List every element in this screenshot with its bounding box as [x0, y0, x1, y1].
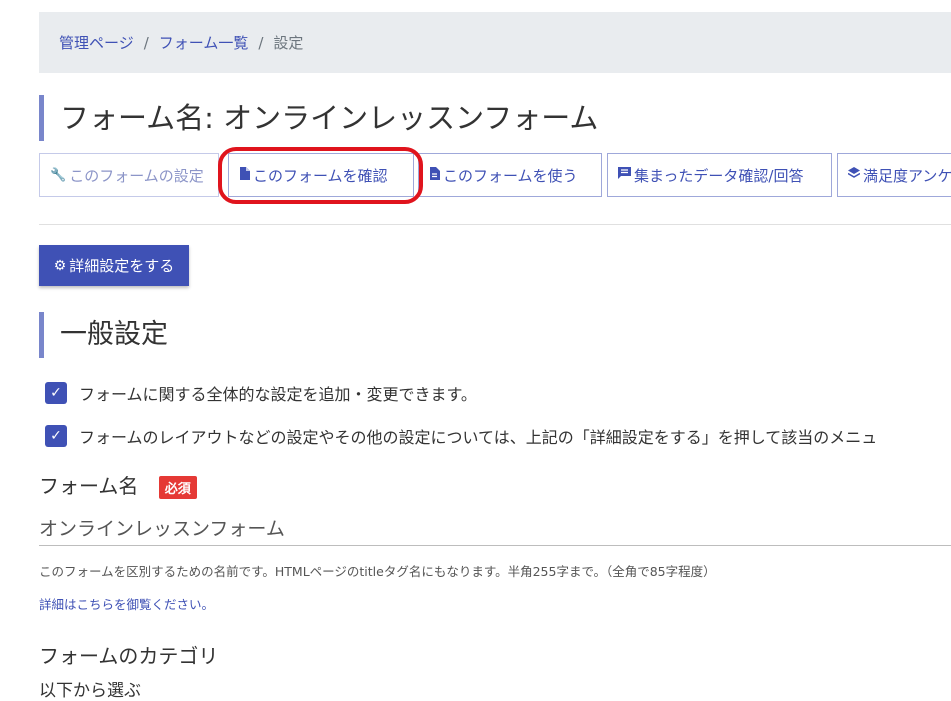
section-title-general: 一般設定 — [39, 312, 168, 358]
tab-satisfaction-survey[interactable]: 満足度アンケ — [837, 153, 951, 197]
form-name-help: このフォームを区別するための名前です。HTMLページのtitleタグ名にもなりま… — [39, 564, 716, 579]
tab-label: このフォームを確認 — [253, 166, 388, 185]
breadcrumb-separator: / — [258, 33, 264, 52]
document-text-icon — [429, 166, 440, 184]
form-name-label: フォーム名 必須 — [39, 470, 197, 499]
tab-preview-form[interactable]: このフォームを確認 — [228, 153, 414, 197]
breadcrumb-current: 設定 — [273, 34, 304, 52]
divider — [39, 224, 951, 225]
advanced-settings-label: 詳細設定をする — [69, 258, 175, 275]
form-name-input[interactable] — [39, 510, 951, 546]
info-check-row: ✓ フォームのレイアウトなどの設定やその他の設定については、上記の「詳細設定をす… — [45, 424, 877, 448]
tab-label: 集まったデータ確認/回答 — [634, 166, 804, 185]
tab-use-form[interactable]: このフォームを使う — [418, 153, 602, 197]
info-text: フォームのレイアウトなどの設定やその他の設定については、上記の「詳細設定をする」… — [79, 428, 878, 447]
advanced-settings-button[interactable]: ⚙ 詳細設定をする — [39, 245, 189, 286]
tab-collected-data[interactable]: 集まったデータ確認/回答 — [607, 153, 832, 197]
tab-label: このフォームを使う — [443, 166, 578, 185]
category-label: フォームのカテゴリ — [39, 644, 219, 668]
gear-icon: ⚙ — [53, 257, 67, 273]
page-title: フォーム名: オンラインレッスンフォーム — [39, 95, 598, 141]
wrench-icon: 🔧 — [50, 167, 67, 183]
breadcrumb-separator: / — [143, 33, 149, 52]
layers-icon — [847, 167, 861, 183]
required-badge: 必須 — [158, 476, 197, 499]
form-tabs: 🔧 このフォームの設定 このフォームを確認 このフォームを使う 集まったデータ確… — [39, 153, 951, 198]
details-link[interactable]: 詳細はこちらを御覧ください。 — [39, 594, 214, 613]
info-check-row: ✓ フォームに関する全体的な設定を追加・変更できます。 — [45, 381, 477, 405]
document-icon — [239, 166, 250, 184]
tab-label: このフォームの設定 — [69, 166, 204, 185]
category-select[interactable]: 以下から選ぶ — [39, 676, 141, 701]
breadcrumb-form-list-link[interactable]: フォーム一覧 — [159, 32, 249, 53]
check-icon: ✓ — [45, 382, 67, 404]
form-name-label-text: フォーム名 — [39, 474, 139, 498]
breadcrumb-admin-link[interactable]: 管理ページ — [59, 32, 134, 53]
tab-form-settings[interactable]: 🔧 このフォームの設定 — [39, 153, 219, 197]
tab-label: 満足度アンケ — [863, 166, 951, 185]
breadcrumb: 管理ページ / フォーム一覧 / 設定 — [39, 12, 951, 73]
message-icon — [618, 167, 631, 183]
check-icon: ✓ — [45, 425, 67, 447]
info-text: フォームに関する全体的な設定を追加・変更できます。 — [79, 385, 477, 404]
